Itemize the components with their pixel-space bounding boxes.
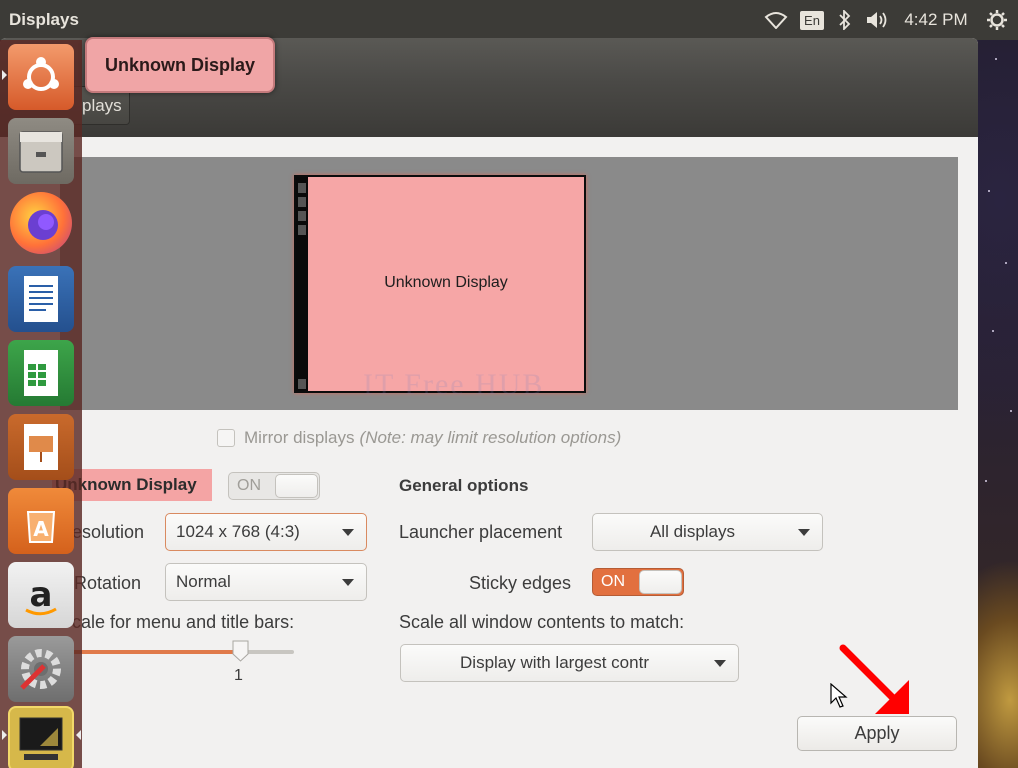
clock-label: 4:42 PM — [904, 10, 968, 29]
settings-gear-icon[interactable] — [976, 0, 1018, 40]
chevron-down-icon — [714, 660, 726, 667]
display-tooltip: Unknown Display — [85, 37, 275, 93]
mirror-displays-row: Mirror displays (Note: may limit resolut… — [217, 428, 621, 448]
files-icon[interactable] — [8, 118, 74, 184]
wifi-icon[interactable] — [758, 0, 794, 40]
display-power-switch-label: ON — [237, 477, 261, 494]
mouse-cursor-icon — [830, 683, 848, 708]
launcher-preview-strip — [296, 177, 308, 391]
watermark: IT Free HUB — [363, 368, 545, 401]
top-panel: Displays En 4:42 PM — [0, 0, 1018, 40]
calc-icon[interactable] — [8, 340, 74, 406]
switch-knob — [639, 570, 682, 594]
window-title: Displays — [9, 10, 79, 29]
mirror-displays-label: Mirror displays — [244, 428, 355, 447]
chevron-down-icon — [798, 529, 810, 536]
display-power-switch[interactable]: ON — [228, 472, 320, 500]
launcher-placement-label: Launcher placement — [399, 522, 563, 542]
launcher-active-pip — [76, 730, 81, 740]
monitor-preview[interactable]: Unknown Display — [294, 175, 586, 393]
launcher-pip — [2, 70, 7, 80]
resolution-value: 1024 x 768 (4:3) — [176, 522, 300, 541]
impress-icon[interactable] — [8, 414, 74, 480]
firefox-icon[interactable] — [10, 192, 72, 254]
scale-slider-track[interactable] — [72, 650, 294, 654]
scale-all-select[interactable]: Display with largest contr — [400, 644, 739, 682]
chevron-down-icon — [342, 529, 354, 536]
launcher-placement-select[interactable]: All displays — [592, 513, 823, 551]
switch-knob — [275, 474, 318, 498]
mirror-displays-note: (Note: may limit resolution options) — [359, 428, 622, 447]
amazon-icon[interactable]: a — [8, 562, 74, 628]
chevron-down-icon — [342, 579, 354, 586]
rotation-value: Normal — [176, 572, 231, 591]
clock[interactable]: 4:42 PM — [896, 0, 976, 40]
mirror-displays-checkbox[interactable] — [217, 429, 235, 447]
scale-slider-fill — [72, 650, 239, 654]
svg-text:a: a — [30, 575, 53, 615]
general-options-title: General options — [399, 476, 529, 495]
software-center-icon[interactable]: A — [8, 488, 74, 554]
writer-icon[interactable] — [8, 266, 74, 332]
scale-menu-label: cale for menu and title bars: — [72, 612, 295, 632]
keyboard-layout-indicator[interactable]: En — [794, 0, 830, 40]
ubuntu-logo-icon[interactable] — [8, 44, 74, 110]
breadcrumb-label: plays — [82, 95, 122, 115]
keyboard-layout-label: En — [800, 10, 824, 30]
svg-text:A: A — [33, 517, 49, 541]
scale-all-label: Scale all window contents to match: — [399, 612, 685, 632]
system-settings-icon[interactable] — [8, 636, 74, 702]
resolution-select[interactable]: 1024 x 768 (4:3) — [165, 513, 367, 551]
launcher-placement-value: All displays — [649, 522, 736, 541]
rotation-select[interactable]: Normal — [165, 563, 367, 601]
scale-slider-handle[interactable] — [232, 640, 249, 662]
scale-all-value: Display with largest contr — [460, 653, 649, 672]
scale-slider-value: 1 — [234, 667, 243, 684]
sticky-edges-switch-label: ON — [601, 573, 625, 590]
resolution-label: esolution — [72, 522, 145, 542]
rotation-label: Rotation — [74, 573, 142, 593]
displays-icon[interactable] — [8, 706, 74, 768]
apply-button[interactable]: Apply — [797, 716, 957, 751]
sticky-edges-label: Sticky edges — [469, 573, 572, 593]
system-tray: En 4:42 PM — [758, 0, 1018, 40]
volume-icon[interactable] — [860, 0, 896, 40]
launcher-pip — [2, 730, 7, 740]
launcher: A a — [0, 40, 82, 768]
sticky-edges-switch[interactable]: ON — [592, 568, 684, 596]
monitor-label: Unknown Display — [384, 274, 508, 291]
bluetooth-icon[interactable] — [830, 0, 860, 40]
